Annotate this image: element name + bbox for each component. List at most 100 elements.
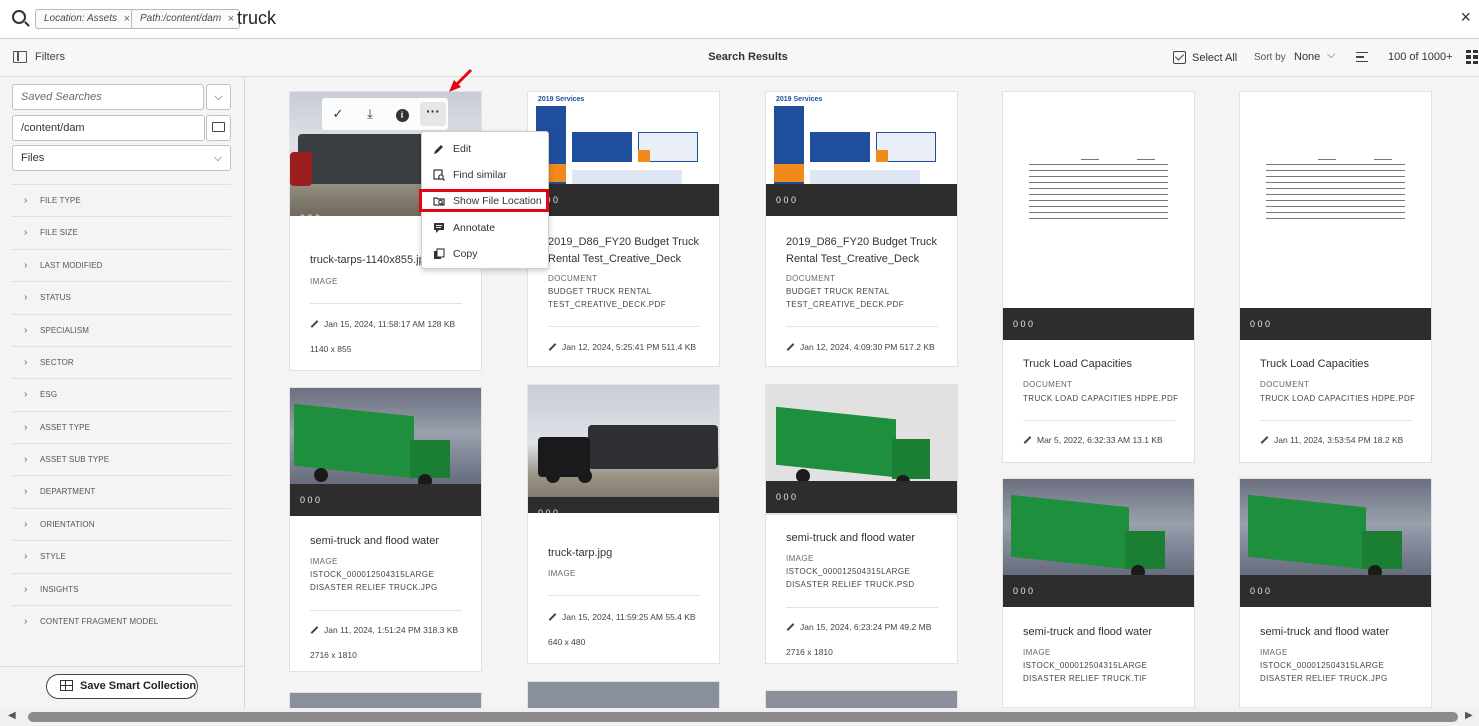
menu-item-find-similar[interactable]: Find similar	[422, 162, 548, 188]
close-icon[interactable]: ×	[1460, 7, 1471, 28]
facet-style[interactable]: › STYLE	[12, 540, 231, 572]
search-tag-path[interactable]: Path:/content/dam ×	[131, 9, 241, 29]
facet-esg[interactable]: › ESG	[12, 378, 231, 410]
asset-card[interactable]: 2019 Services 0 0 0 2019_D86_FY20 Budget…	[527, 91, 720, 367]
asset-thumbnail[interactable]: 0 0 0	[1003, 92, 1194, 340]
results-count: 100 of 1000+	[1388, 51, 1453, 63]
facet-label: INSIGHTS	[40, 585, 79, 594]
asset-thumbnail[interactable]: 0 0 0	[528, 385, 719, 513]
facet-label: STATUS	[40, 293, 71, 302]
asset-stats: 0 0 0	[1013, 319, 1034, 329]
facet-file-size[interactable]: › FILE SIZE	[12, 216, 231, 248]
asset-card[interactable]: 0 0 0 Truck Load Capacities DOCUMENT TRU…	[1239, 91, 1432, 463]
asset-modified: Jan 15, 2024, 6:23:24 PM 49.2 MB	[786, 622, 931, 632]
facet-sector[interactable]: › SECTOR	[12, 346, 231, 378]
facet-label: STYLE	[40, 552, 66, 561]
asset-thumbnail[interactable]: 2019 Services 0 0 0	[766, 92, 957, 216]
asset-card[interactable]: 2019 Services 0 0 0 2019_D86_FY20 Budget…	[765, 91, 958, 367]
close-icon[interactable]: ×	[124, 10, 130, 28]
search-bar: Location: Assets × Path:/content/dam × t…	[0, 0, 1479, 39]
menu-item-label: Annotate	[453, 222, 496, 234]
asset-stats: 0 0 0	[538, 508, 559, 513]
more-icon[interactable]: ···	[420, 102, 446, 126]
pencil-icon	[1260, 436, 1269, 444]
asset-card[interactable]: 0 0 0 truck-tarp.jpg IMAGE Jan 15, 2024,…	[527, 384, 720, 664]
asset-card[interactable]: 0 0 0 semi-truck and flood water IMAGE I…	[1239, 478, 1432, 708]
chevron-down-icon[interactable]: ⌵	[1327, 49, 1335, 62]
filter-rail: Saved Searches ⌵ /content/dam Files ⌵ › F…	[0, 77, 245, 726]
facet-insights[interactable]: › INSIGHTS	[12, 573, 231, 605]
chevron-right-icon: ›	[24, 616, 28, 627]
menu-item-annotate[interactable]: Annotate	[422, 215, 548, 241]
scroll-right-icon[interactable]: ▶	[1465, 710, 1473, 721]
asset-card[interactable]: 0 0 0 semi-truck and flood water IMAGE I…	[289, 387, 482, 672]
facet-asset-sub-type[interactable]: › ASSET SUB TYPE	[12, 443, 231, 475]
checkmark-icon[interactable]: ✓	[328, 104, 348, 124]
asset-date: Jan 15, 2024, 11:58:17 AM 128 KB	[324, 319, 456, 329]
pencil-icon	[786, 343, 795, 351]
asset-stats: 0 0 0	[300, 495, 321, 505]
facet-specialism[interactable]: › SPECIALISM	[12, 314, 231, 346]
asset-stats-strip: 0 0 0	[766, 184, 957, 216]
asset-stats-strip: 0 0 0	[766, 481, 957, 513]
asset-type: DOCUMENT	[786, 274, 836, 283]
asset-title: semi-truck and flood water	[786, 532, 915, 544]
asset-stats-strip: 0 0 0	[1240, 575, 1431, 607]
sort-select[interactable]: None	[1294, 51, 1320, 63]
asset-card[interactable]: 0 0 0 semi-truck and flood water IMAGE I…	[1002, 478, 1195, 708]
asset-thumbnail[interactable]: 2019 Services 0 0 0	[528, 92, 719, 216]
asset-thumbnail[interactable]: 0 0 0	[1240, 479, 1431, 607]
facet-label: SPECIALISM	[40, 326, 90, 335]
close-icon[interactable]: ×	[228, 10, 234, 28]
asset-type: DOCUMENT	[1023, 380, 1073, 389]
pencil-icon	[310, 626, 319, 634]
tag-label: Path:/content/dam	[140, 13, 222, 24]
tag-label: Location: Assets	[44, 13, 118, 24]
chevron-right-icon: ›	[24, 260, 28, 271]
facet-department[interactable]: › DEPARTMENT	[12, 475, 231, 507]
facet-file-type[interactable]: › FILE TYPE	[12, 184, 231, 216]
select-all-button[interactable]: Select All	[1173, 51, 1237, 64]
search-tag-location[interactable]: Location: Assets ×	[35, 9, 137, 29]
saved-searches-dropdown-button[interactable]: ⌵	[206, 84, 231, 110]
app-frame: Location: Assets × Path:/content/dam × t…	[0, 0, 1479, 726]
save-smart-collection-button[interactable]: Save Smart Collection	[46, 674, 198, 699]
asset-modified: Mar 5, 2022, 6:32:33 AM 13.1 KB	[1023, 435, 1163, 445]
asset-filename: ISTOCK_000012504315LARGE DISASTER RELIEF…	[1023, 661, 1148, 683]
browse-path-button[interactable]	[206, 115, 231, 141]
asset-thumbnail[interactable]: 0 0 0	[1240, 92, 1431, 340]
asset-title: truck-tarp.jpg	[548, 547, 613, 559]
download-icon[interactable]: ⤓	[360, 104, 380, 124]
scroll-left-icon[interactable]: ◀	[8, 710, 16, 721]
sort-order-icon[interactable]	[1356, 52, 1368, 62]
menu-item-copy[interactable]: Copy	[422, 241, 548, 267]
asset-thumbnail[interactable]: 0 0 0	[766, 385, 957, 515]
saved-searches-select[interactable]: Saved Searches	[12, 84, 204, 110]
asset-thumbnail[interactable]: 0 0 0	[290, 388, 481, 516]
asset-type-select[interactable]: Files ⌵	[12, 145, 231, 171]
checkbox-icon	[1173, 51, 1186, 64]
chevron-right-icon: ›	[24, 292, 28, 303]
facet-status[interactable]: › STATUS	[12, 281, 231, 313]
asset-date: Jan 11, 2024, 1:51:24 PM 318.3 KB	[324, 625, 459, 635]
scrollbar-thumb[interactable]	[28, 712, 1458, 722]
path-field[interactable]: /content/dam	[12, 115, 205, 141]
info-button[interactable]: i	[392, 104, 412, 124]
facet-asset-type[interactable]: › ASSET TYPE	[12, 411, 231, 443]
asset-thumbnail[interactable]: 0 0 0	[1003, 479, 1194, 607]
facet-orientation[interactable]: › ORIENTATION	[12, 508, 231, 540]
asset-filename: ISTOCK_000012504315LARGE DISASTER RELIEF…	[310, 570, 438, 592]
facet-last-modified[interactable]: › LAST MODIFIED	[12, 249, 231, 281]
asset-title: semi-truck and flood water	[310, 535, 439, 547]
asset-date: Jan 15, 2024, 6:23:24 PM 49.2 MB	[800, 622, 932, 632]
menu-item-edit[interactable]: Edit	[422, 136, 548, 162]
asset-card[interactable]: 0 0 0 semi-truck and flood water IMAGE I…	[765, 384, 958, 664]
facet-label: FILE TYPE	[40, 196, 81, 205]
search-icon[interactable]	[12, 10, 26, 24]
asset-card[interactable]: 0 0 0 Truck Load Capacities DOCUMENT TRU…	[1002, 91, 1195, 463]
horizontal-scrollbar[interactable]: ◀ ▶	[0, 708, 1479, 726]
facet-label: FILE SIZE	[40, 228, 78, 237]
grid-icon[interactable]	[1466, 50, 1478, 64]
facet-content-fragment-model[interactable]: › CONTENT FRAGMENT MODEL	[12, 605, 231, 637]
search-input[interactable]: truck	[237, 8, 276, 29]
